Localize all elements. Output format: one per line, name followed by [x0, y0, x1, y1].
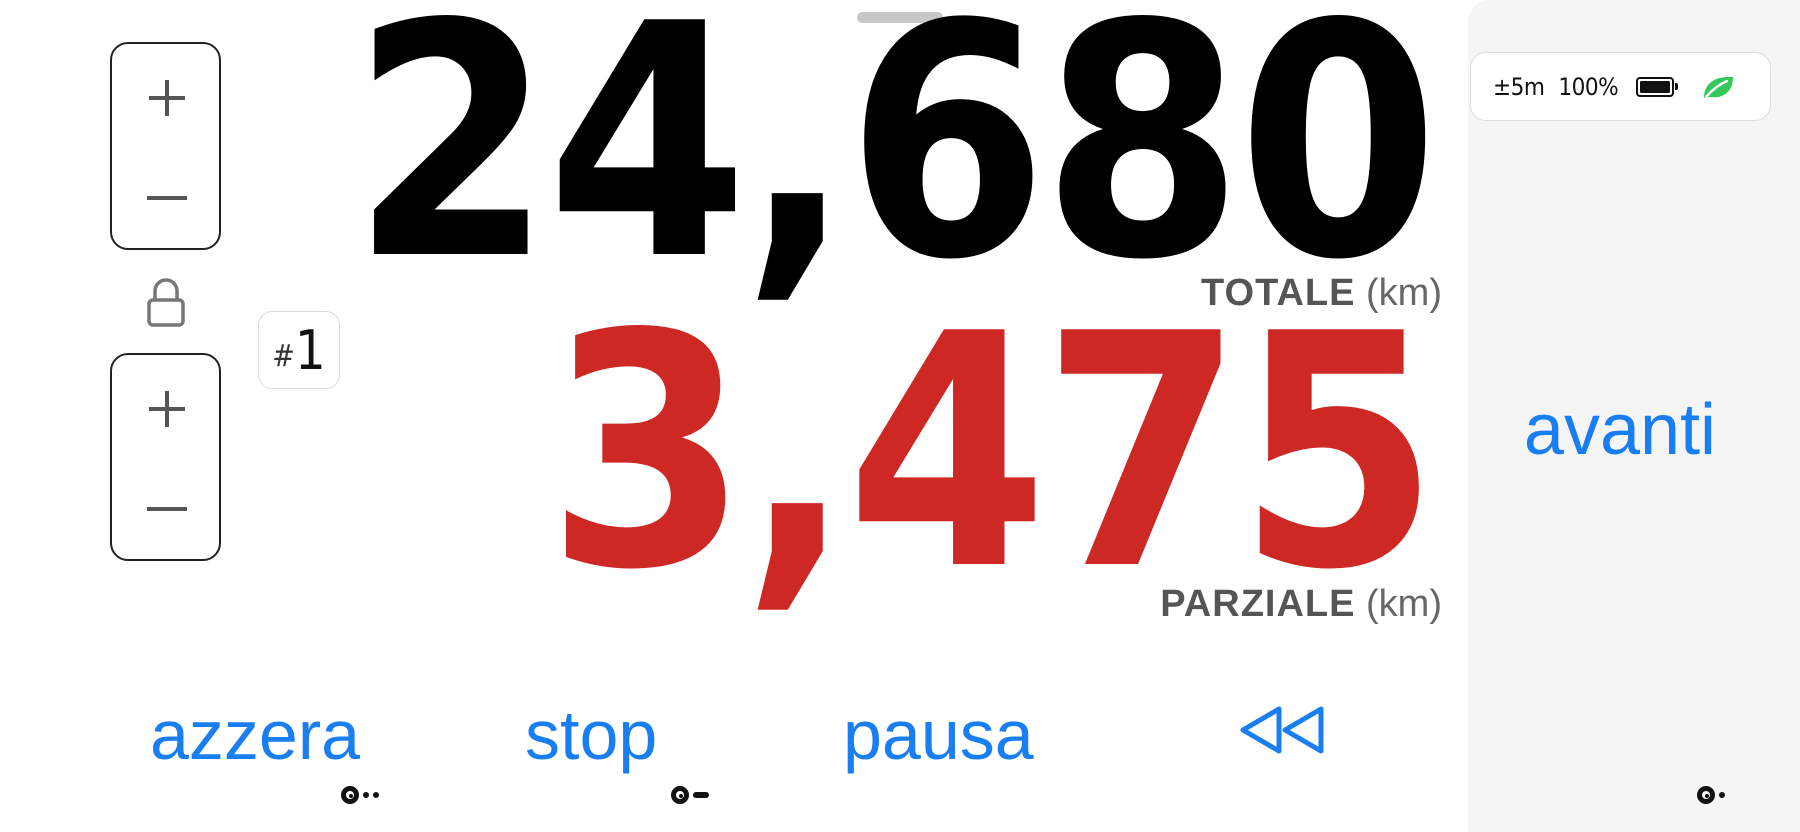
status-bar: ±5m 100% — [1470, 52, 1771, 121]
pausa-button[interactable]: pausa — [843, 695, 1034, 775]
total-decrement-button[interactable] — [112, 146, 219, 248]
battery-icon — [1636, 76, 1679, 97]
partial-label: PARZIALE (km) — [1160, 583, 1442, 626]
gps-accuracy: ±5m — [1493, 72, 1545, 101]
trip-selector[interactable]: # 1 — [258, 311, 340, 389]
partial-label-text: PARZIALE — [1160, 583, 1356, 625]
stop-button[interactable]: stop — [525, 695, 657, 775]
minus-icon — [147, 196, 187, 200]
plus-icon — [149, 80, 185, 116]
azzera-shortcut-indicator — [341, 780, 379, 810]
trip-hash: # — [272, 338, 295, 374]
partial-decrement-button[interactable] — [112, 457, 219, 559]
leaf-icon — [1704, 76, 1734, 98]
partial-stepper — [110, 353, 221, 561]
stop-shortcut-indicator — [671, 780, 709, 810]
avanti-shortcut-indicator — [1697, 780, 1725, 810]
total-stepper — [110, 42, 221, 250]
plus-icon — [149, 391, 185, 427]
partial-distance: 3,475 — [546, 265, 1439, 640]
lock-icon[interactable] — [146, 276, 186, 328]
rewind-icon[interactable] — [1237, 703, 1325, 757]
total-increment-button[interactable] — [112, 44, 219, 146]
partial-unit: (km) — [1366, 583, 1442, 625]
minus-icon — [147, 507, 187, 511]
trip-number: 1 — [294, 318, 326, 382]
avanti-button[interactable]: avanti — [1480, 380, 1760, 480]
battery-percent: 100% — [1558, 72, 1619, 101]
total-distance: 24,680 — [351, 0, 1439, 330]
partial-increment-button[interactable] — [112, 355, 219, 457]
azzera-button[interactable]: azzera — [150, 695, 360, 775]
